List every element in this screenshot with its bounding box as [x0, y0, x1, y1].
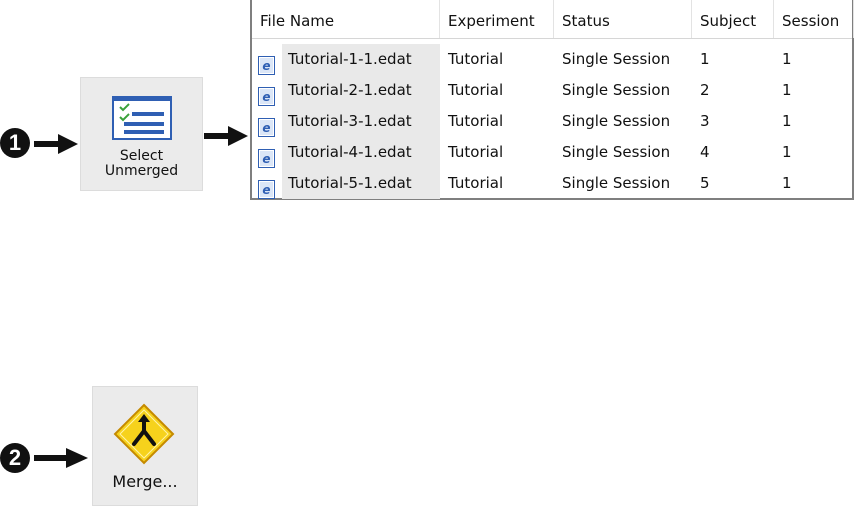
svg-text:e: e — [262, 90, 270, 104]
cell-file-name: Tutorial-1-1.edat — [282, 44, 440, 75]
column-header-subject[interactable]: Subject — [692, 0, 774, 38]
cell-subject: 5 — [700, 174, 710, 192]
table-row[interactable]: e Tutorial-2-1.edat Tutorial Single Sess… — [252, 75, 852, 106]
cell-subject: 4 — [700, 143, 710, 161]
table-row[interactable]: e Tutorial-4-1.edat Tutorial Single Sess… — [252, 137, 852, 168]
select-unmerged-label-line1: Select — [119, 148, 164, 164]
arrow-icon — [204, 126, 248, 146]
svg-text:e: e — [262, 59, 270, 73]
cell-status: Single Session — [562, 174, 671, 192]
cell-session: 1 — [782, 143, 792, 161]
cell-experiment: Tutorial — [448, 143, 504, 161]
cell-session: 1 — [782, 81, 792, 99]
svg-text:e: e — [262, 152, 270, 166]
cell-status: Single Session — [562, 112, 671, 130]
merge-arrows-icon — [113, 403, 175, 465]
cell-file-name: Tutorial-2-1.edat — [282, 75, 440, 106]
step-2-badge: 2 — [0, 443, 30, 473]
cell-experiment: Tutorial — [448, 174, 504, 192]
checklist-icon — [112, 96, 172, 140]
cell-status: Single Session — [562, 81, 671, 99]
cell-experiment: Tutorial — [448, 81, 504, 99]
cell-status: Single Session — [562, 50, 671, 68]
step-1-badge: 1 — [0, 128, 30, 158]
column-header-file-name[interactable]: File Name — [252, 0, 440, 38]
cell-session: 1 — [782, 112, 792, 130]
arrow-icon — [34, 448, 88, 468]
cell-file-name: Tutorial-3-1.edat — [282, 106, 440, 137]
cell-session: 1 — [782, 174, 792, 192]
select-unmerged-label: Select Unmerged — [81, 149, 202, 179]
arrow-icon — [34, 134, 78, 154]
column-header-status[interactable]: Status — [554, 0, 692, 38]
edat-file-icon: e — [258, 180, 275, 199]
column-header-session[interactable]: Session — [774, 0, 854, 38]
cell-file-name: Tutorial-5-1.edat — [282, 168, 440, 199]
file-list-header: File Name Experiment Status Subject Sess… — [252, 0, 854, 39]
table-row[interactable]: e Tutorial-5-1.edat Tutorial Single Sess… — [252, 168, 852, 199]
cell-experiment: Tutorial — [448, 50, 504, 68]
svg-text:e: e — [262, 183, 270, 197]
table-row[interactable]: e Tutorial-3-1.edat Tutorial Single Sess… — [252, 106, 852, 137]
cell-experiment: Tutorial — [448, 112, 504, 130]
select-unmerged-button[interactable]: Select Unmerged — [80, 77, 203, 191]
merge-button[interactable]: Merge... — [92, 386, 198, 506]
select-unmerged-label-line2: Unmerged — [104, 163, 179, 179]
cell-subject: 2 — [700, 81, 710, 99]
svg-text:e: e — [262, 121, 270, 135]
table-row[interactable]: e Tutorial-1-1.edat Tutorial Single Sess… — [252, 44, 852, 75]
cell-file-name: Tutorial-4-1.edat — [282, 137, 440, 168]
cell-session: 1 — [782, 50, 792, 68]
cell-subject: 3 — [700, 112, 710, 130]
cell-status: Single Session — [562, 143, 671, 161]
file-list-view[interactable]: File Name Experiment Status Subject Sess… — [250, 0, 854, 200]
column-header-experiment[interactable]: Experiment — [440, 0, 554, 38]
merge-button-label: Merge... — [112, 472, 178, 491]
cell-subject: 1 — [700, 50, 710, 68]
